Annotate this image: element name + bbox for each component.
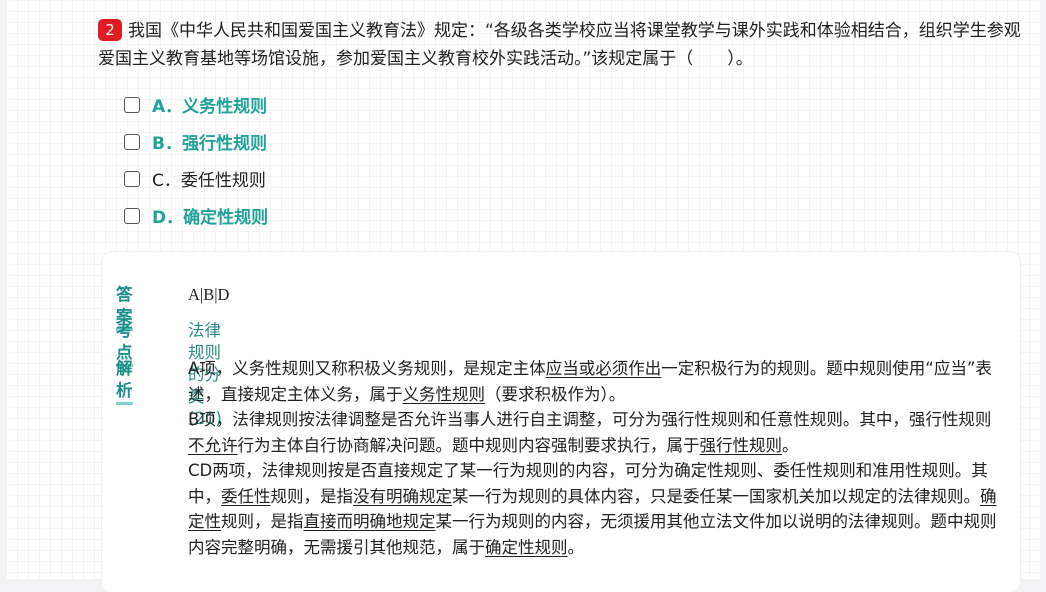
text: 行为主体自行协商解决问题。题中规则内容强制要求执行，属于 <box>237 435 700 455</box>
answer-value: A|B|D <box>188 285 230 304</box>
underlined-text: 委任性 <box>221 486 271 506</box>
option-b[interactable]: B．强行性规则 <box>124 123 268 160</box>
text: 某一行为规则的具体内容，只是委任某一国家机关加以规定的法律规则。 <box>452 486 980 506</box>
underlined-text: 确定性规则 <box>485 537 568 557</box>
option-c-label: C．委任性规则 <box>152 171 266 191</box>
question-stem: 2 我国《中华人民共和国爱国主义教育法》规定：“各级各类学校应当将课堂教学与课外实… <box>98 17 1028 73</box>
text: A项，义务性规则又称积极义务规则，是规定主体 <box>188 359 546 378</box>
text: （要求积极作为）。 <box>485 384 626 404</box>
underlined-text: 直接而明确地规定 <box>303 512 436 531</box>
explain-paragraph-b: B项，法律规则按法律调整是否允许当事人进行自主调整，可分为强行性规则和任意性规则… <box>188 407 1003 458</box>
explain-paragraph-a: A项，义务性规则又称积极义务规则，是规定主体应当或必须作出一定积极行为的规则。题… <box>188 356 1003 407</box>
page: 2 我国《中华人民共和国爱国主义教育法》规定：“各级各类学校应当将课堂教学与课外实… <box>6 0 1040 592</box>
text: 。 <box>567 537 585 557</box>
underlined-text: 义务性规则 <box>402 384 486 404</box>
underlined-text: 不允许 <box>188 435 238 455</box>
option-b-label: B．强行性规则 <box>152 134 267 154</box>
option-a[interactable]: A．义务性规则 <box>124 86 268 123</box>
option-c[interactable]: C．委任性规则 <box>124 160 268 197</box>
explain-label: 解析 <box>116 358 133 405</box>
answer-card: 答案 A|B|D 考点 法律规则的分类(20) 解析 A项，义务性规则又称积极义… <box>102 252 1020 592</box>
checkbox-icon[interactable] <box>124 207 140 224</box>
explanation-text: A项，义务性规则又称积极义务规则，是规定主体应当或必须作出一定积极行为的规则。题… <box>188 356 1003 560</box>
checkbox-icon[interactable] <box>124 96 140 113</box>
text: 规则，是指 <box>221 512 304 531</box>
question-text: 我国《中华人民共和国爱国主义教育法》规定：“各级各类学校应当将课堂教学与课外实践… <box>98 21 1021 69</box>
content: 2 我国《中华人民共和国爱国主义教育法》规定：“各级各类学校应当将课堂教学与课外实… <box>6 0 1040 592</box>
option-d-label: D．确定性规则 <box>152 208 269 228</box>
checkbox-icon[interactable] <box>124 170 140 187</box>
option-d[interactable]: D．确定性规则 <box>124 197 268 234</box>
explain-paragraph-cd: CD两项，法律规则按是否直接规定了某一行为规则的内容，可分为确定性规则、委任性规… <box>188 458 1003 560</box>
text: 规则，是指 <box>270 486 354 506</box>
text: B项，法律规则按法律调整是否允许当事人进行自主调整，可分为强行性规则和任意性规则… <box>188 410 992 429</box>
underlined-text: 应当或必须作出 <box>545 359 662 378</box>
text: 。 <box>782 435 799 455</box>
question-number-badge: 2 <box>98 19 122 41</box>
options-list: A．义务性规则 B．强行性规则 C．委任性规则 D．确定性规则 <box>124 86 268 234</box>
underlined-text: 强行性规则 <box>699 435 783 455</box>
checkbox-icon[interactable] <box>124 133 140 150</box>
option-a-label: A．义务性规则 <box>152 97 268 117</box>
underlined-text: 没有明确规定 <box>353 486 452 506</box>
